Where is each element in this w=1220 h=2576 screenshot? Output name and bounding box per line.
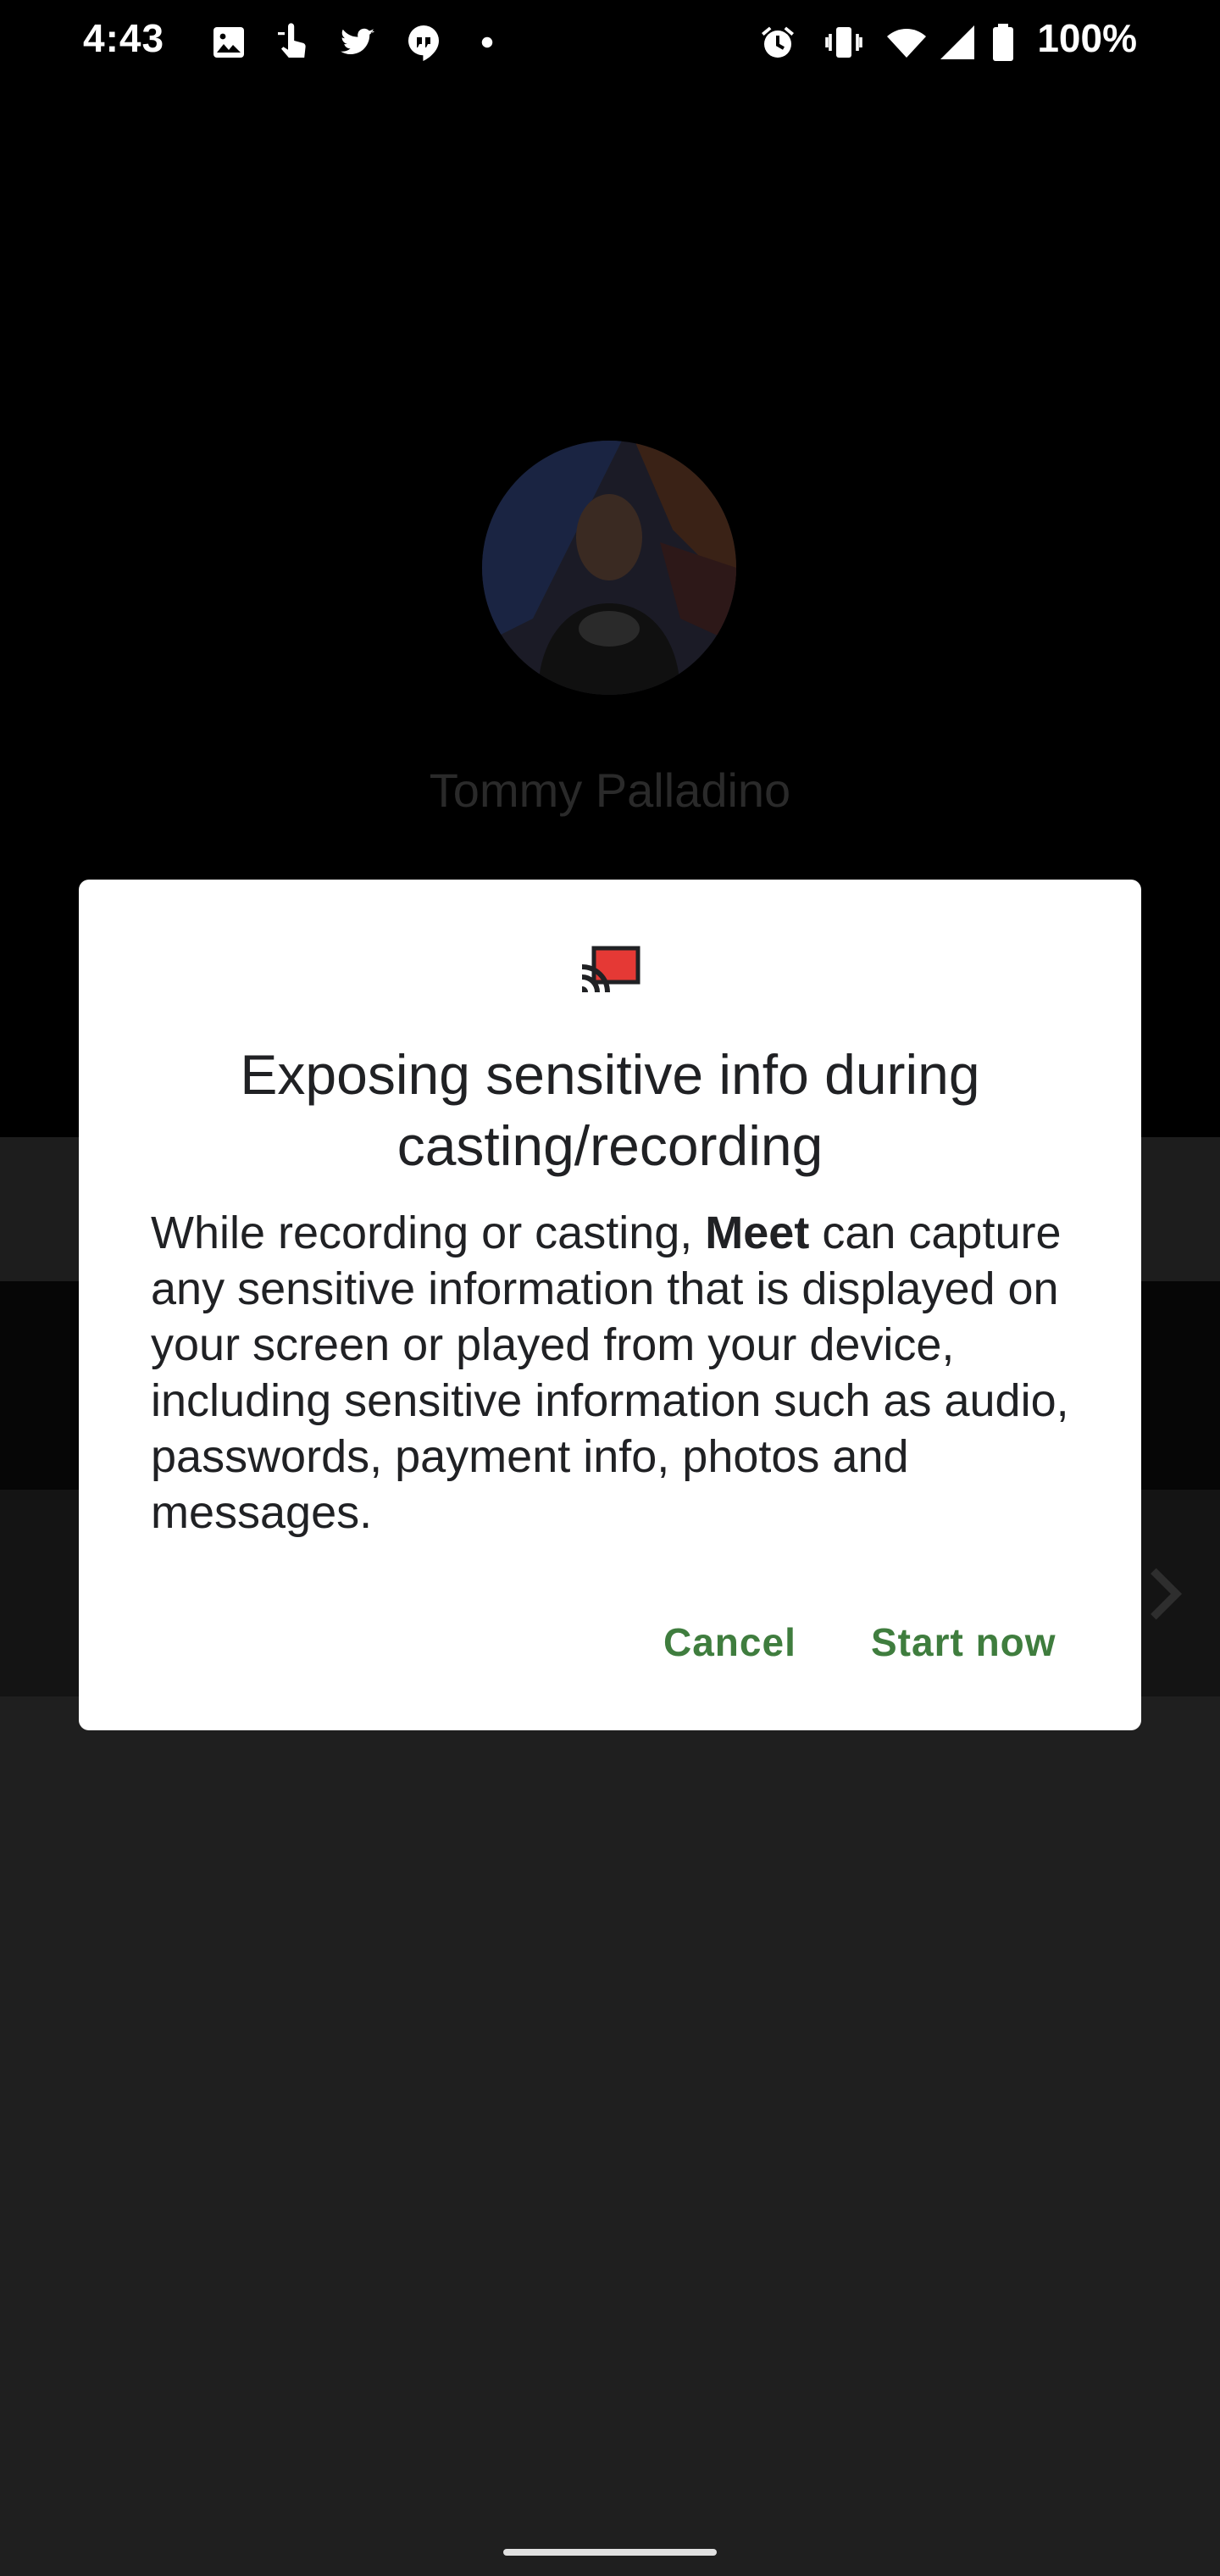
app-name: Meet [705,1208,810,1258]
status-bar: 4:43 100% [0,0,1220,85]
media-projection-dialog: Exposing sensitive info during casting/r… [79,880,1141,1730]
chat-icon [403,22,444,63]
cast-icon [579,943,641,996]
alarm-icon [757,22,798,63]
signal-icon [937,22,978,63]
cancel-button[interactable]: Cancel [663,1608,796,1676]
start-now-button[interactable]: Start now [871,1608,1056,1676]
contact-avatar [482,441,736,695]
touch-icon [273,22,313,63]
battery-icon [988,22,1018,63]
chevron-right-icon [1142,1568,1184,1620]
contact-name: Tommy Palladino [429,763,791,817]
wifi-icon [886,22,927,63]
dialog-title: Exposing sensitive info during casting/r… [240,1043,980,1177]
dialog-message: While recording or casting, Meet can cap… [151,1205,1091,1541]
image-icon [208,22,249,63]
dot-icon [474,22,500,63]
message-text: While recording or casting, [151,1208,706,1258]
twitter-icon [337,22,378,63]
background-panel [0,1696,1220,2576]
battery-percent: 100% [1037,16,1137,60]
status-time: 4:43 [83,16,165,60]
navigation-handle[interactable] [503,2549,717,2556]
vibrate-icon [824,22,864,63]
